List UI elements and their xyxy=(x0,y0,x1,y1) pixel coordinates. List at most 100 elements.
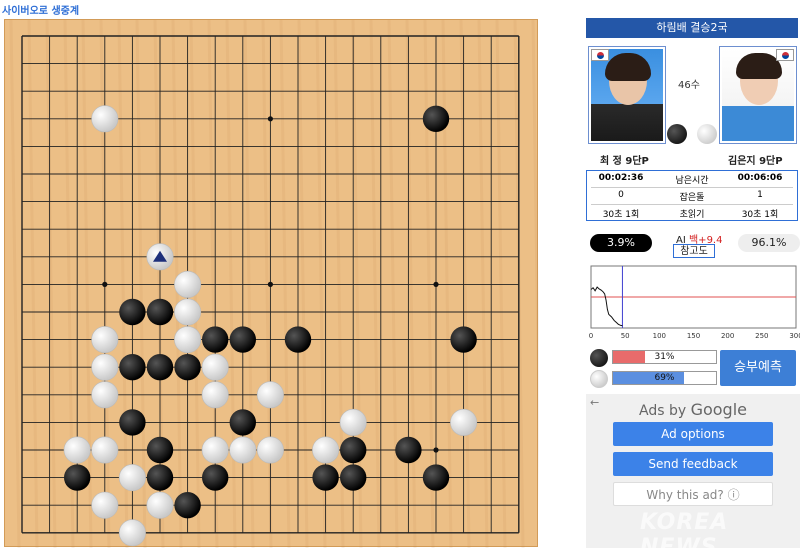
go-board[interactable] xyxy=(4,19,539,548)
black-player-photo xyxy=(588,46,666,144)
predict-outcome-button[interactable]: 승부예측 xyxy=(720,350,796,386)
white-stone[interactable] xyxy=(201,381,229,409)
black-stone[interactable] xyxy=(146,464,174,491)
white-stone[interactable] xyxy=(256,436,284,464)
ad-options-button[interactable]: Ad options xyxy=(613,422,773,446)
star-point xyxy=(433,281,439,287)
white-stone[interactable] xyxy=(91,353,119,381)
white-stone[interactable] xyxy=(229,436,257,464)
white-stone[interactable] xyxy=(91,381,119,409)
white-stone[interactable] xyxy=(174,298,202,326)
white-stone-icon xyxy=(590,370,608,388)
black-stone[interactable] xyxy=(119,298,146,326)
watermark: KOREA NEWS xyxy=(640,510,729,560)
korea-flag-icon xyxy=(776,49,794,61)
star-point xyxy=(267,116,273,122)
go-board-svg[interactable] xyxy=(5,20,539,548)
info-label: 초읽기 xyxy=(679,210,705,220)
white-stone[interactable] xyxy=(118,519,146,547)
graph-tick-label: 100 xyxy=(653,332,666,340)
black-stone[interactable] xyxy=(229,326,256,353)
graph-tick-label: 0 xyxy=(589,332,593,340)
star-point xyxy=(433,447,439,453)
ads-by-google: Ads by Google xyxy=(586,400,800,419)
black-time: 00:02:36 xyxy=(598,173,644,183)
info-row-captures: 0 잡은돌 1 xyxy=(587,188,797,204)
black-stone[interactable] xyxy=(146,436,174,464)
white-prediction-bar: 69% xyxy=(612,371,717,385)
ads-by-label: Ads by xyxy=(638,403,687,419)
black-stone[interactable] xyxy=(229,409,256,436)
graph-tick-label: 300 xyxy=(789,332,800,340)
white-time: 00:06:06 xyxy=(737,173,783,183)
white-stone[interactable] xyxy=(450,408,478,436)
graph-tick-label: 200 xyxy=(721,332,734,340)
star-point xyxy=(102,281,108,287)
black-stone[interactable] xyxy=(146,298,174,326)
send-feedback-button[interactable]: Send feedback xyxy=(613,452,773,476)
page-title: 사이버오로 생중계 xyxy=(2,6,80,17)
black-stone[interactable] xyxy=(395,436,422,464)
wood-grain xyxy=(9,20,21,548)
white-stone[interactable] xyxy=(174,326,202,354)
white-stone[interactable] xyxy=(146,491,174,519)
match-title: 하림배 결승2국 xyxy=(586,18,798,38)
info-row-time: 00:02:36 남은시간 00:06:06 xyxy=(587,171,797,187)
reference-button[interactable]: 참고도 xyxy=(673,244,715,258)
black-stone[interactable] xyxy=(119,409,146,436)
graph-tick-label: 50 xyxy=(621,332,630,340)
black-stone-icon xyxy=(667,124,687,144)
black-stone[interactable] xyxy=(202,464,229,491)
black-stone[interactable] xyxy=(312,464,339,491)
white-byoyomi: 30초 1회 xyxy=(741,210,779,220)
black-captures: 0 xyxy=(618,190,624,200)
info-label: 잡은돌 xyxy=(679,193,705,203)
move-count: 46수 xyxy=(678,80,700,91)
black-prediction-text: 31% xyxy=(654,352,675,362)
white-stone-icon xyxy=(697,124,717,144)
game-info-table: 00:02:36 남은시간 00:06:06 0 잡은돌 1 30초 1회 초읽… xyxy=(586,170,798,221)
black-stone[interactable] xyxy=(146,354,174,381)
black-stone[interactable] xyxy=(284,326,312,353)
white-captures: 1 xyxy=(757,190,763,200)
black-stone-icon xyxy=(590,349,608,367)
wood-grain xyxy=(531,20,539,516)
white-stone[interactable] xyxy=(256,381,284,409)
black-stone[interactable] xyxy=(202,326,229,353)
black-stone[interactable] xyxy=(119,354,146,381)
star-point xyxy=(267,281,273,287)
korea-flag-icon xyxy=(591,49,609,61)
google-logo: Google xyxy=(690,400,747,419)
why-this-ad-button[interactable]: Why this ad? ⓘ xyxy=(613,482,773,506)
black-stone[interactable] xyxy=(174,354,201,381)
info-label: 남은시간 xyxy=(675,176,709,186)
black-stone[interactable] xyxy=(450,326,477,353)
white-stone[interactable] xyxy=(174,270,202,298)
black-byoyomi: 30초 1회 xyxy=(602,210,640,220)
white-player-photo xyxy=(719,46,797,144)
graph-tick-label: 150 xyxy=(687,332,700,340)
white-stone[interactable] xyxy=(339,408,367,436)
white-prediction-text: 69% xyxy=(654,373,675,383)
black-winrate-badge: 3.9% xyxy=(590,234,652,252)
black-stone[interactable] xyxy=(174,492,201,519)
white-stone[interactable] xyxy=(63,436,91,464)
white-winrate-badge: 96.1% xyxy=(738,234,800,252)
white-player-name: 김은지 9단P xyxy=(728,156,783,167)
black-stone[interactable] xyxy=(63,464,91,491)
black-stone[interactable] xyxy=(422,105,450,132)
white-stone[interactable] xyxy=(91,326,119,354)
black-stone[interactable] xyxy=(340,464,367,491)
white-stone[interactable] xyxy=(91,436,119,464)
white-stone[interactable] xyxy=(91,491,119,519)
white-stone[interactable] xyxy=(201,353,229,381)
white-stone[interactable] xyxy=(312,436,340,464)
white-stone[interactable] xyxy=(118,464,146,492)
black-stone[interactable] xyxy=(422,464,450,491)
white-stone[interactable] xyxy=(91,105,119,133)
black-stone[interactable] xyxy=(340,436,367,464)
winrate-graph: 0 50 100 150 200 250 300 xyxy=(589,265,800,340)
black-prediction-bar: 31% xyxy=(612,350,717,364)
black-player-name: 최 정 9단P xyxy=(600,156,649,167)
white-stone[interactable] xyxy=(201,436,229,464)
